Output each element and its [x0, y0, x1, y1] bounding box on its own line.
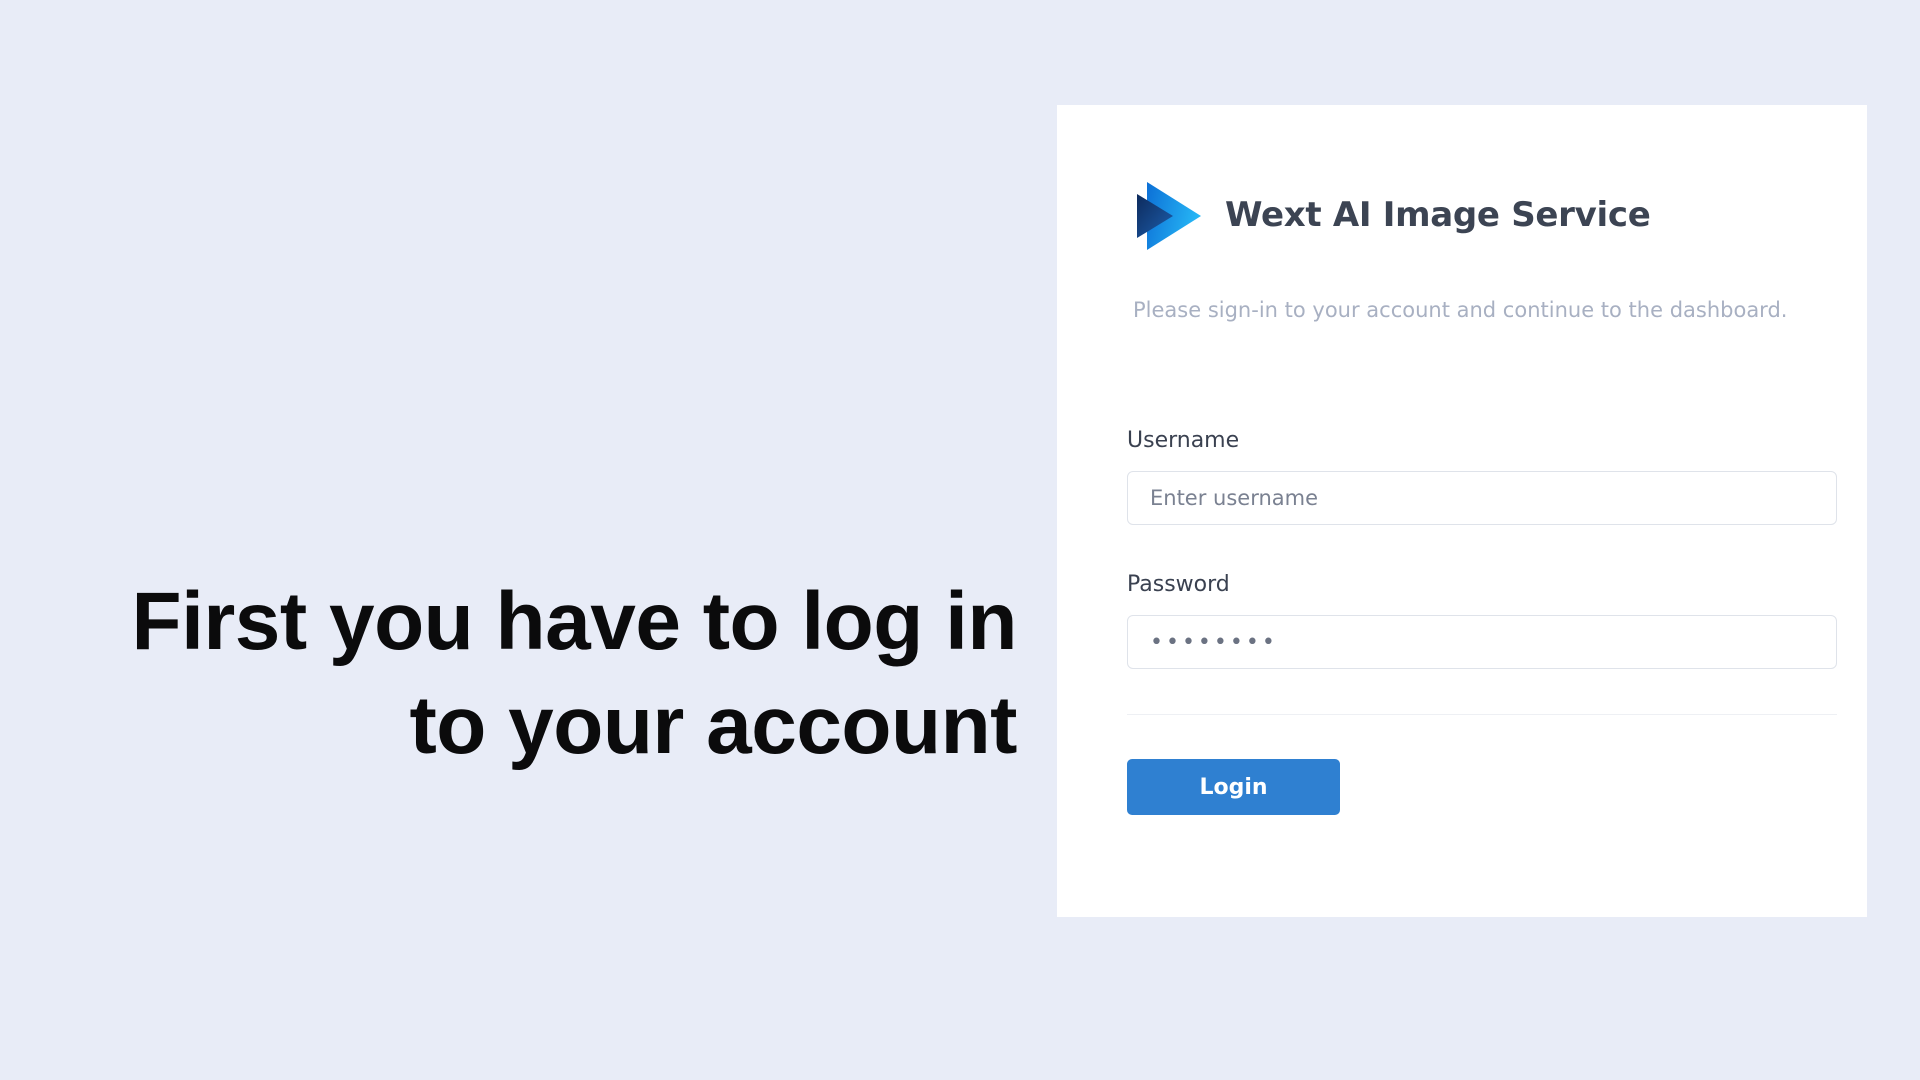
password-label: Password	[1127, 572, 1230, 597]
username-input[interactable]	[1127, 471, 1837, 525]
divider	[1127, 714, 1837, 715]
brand-name: Wext AI Image Service	[1225, 195, 1651, 235]
login-card: Wext AI Image Service Please sign-in to …	[1057, 105, 1867, 917]
headline-line-1: First you have to log in	[131, 576, 1017, 667]
brand: Wext AI Image Service	[1133, 180, 1651, 250]
headline: First you have to log in to your account	[60, 570, 1017, 778]
username-label: Username	[1127, 428, 1240, 453]
login-button[interactable]: Login	[1127, 759, 1340, 815]
play-logo-icon	[1137, 182, 1201, 250]
subtitle: Please sign-in to your account and conti…	[1133, 298, 1788, 322]
headline-line-2: to your account	[409, 680, 1017, 771]
password-input[interactable]	[1127, 615, 1837, 669]
